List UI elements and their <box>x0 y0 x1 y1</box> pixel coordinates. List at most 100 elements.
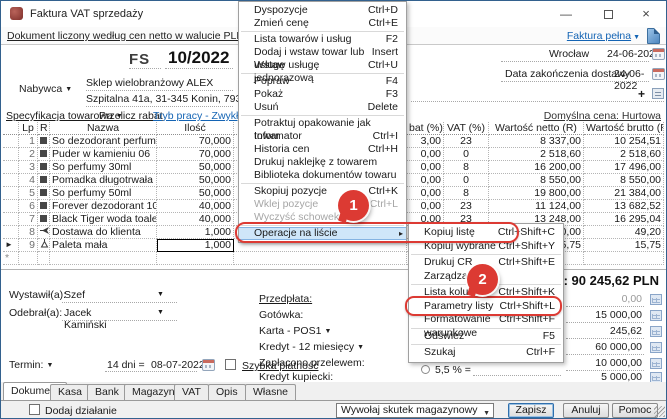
menu-item[interactable]: DyspozycjeCtrl+D <box>239 4 406 17</box>
cell-name[interactable]: Paleta mała <box>50 239 157 252</box>
cell-netto[interactable]: 2 518,60 <box>489 148 584 161</box>
cell-qty[interactable] <box>157 252 234 265</box>
buyer-label[interactable]: Nabywca▼ <box>19 83 72 95</box>
cell-brutto[interactable]: 17 496,00 <box>584 161 664 174</box>
cell-brutto[interactable]: 15,75 <box>584 239 664 252</box>
calendar-icon[interactable] <box>652 68 665 80</box>
cell-brutto[interactable]: 21 384,00 <box>584 187 664 200</box>
cell-name[interactable]: Pomadka długotrwała 03 <box>50 174 157 187</box>
menu-item[interactable]: Biblioteka dokumentów towaru <box>239 169 406 182</box>
col-discount[interactable]: bat (%) <box>407 122 444 135</box>
menu-item[interactable]: InformatorCtrl+I <box>239 130 406 143</box>
buyer-name[interactable]: Sklep wielobranżowy ALEX <box>86 77 213 89</box>
cell-name[interactable]: Puder w kamieniu 06 <box>50 148 157 161</box>
row-selector[interactable] <box>3 135 19 148</box>
cell-qty[interactable]: 70,000 <box>157 135 234 148</box>
menu-item[interactable]: Dodaj i wstaw towar lub usługęInsert <box>239 46 406 59</box>
menu-item[interactable]: Skopiuj pozycjeCtrl+K <box>239 185 406 198</box>
resize-grip[interactable] <box>654 406 665 417</box>
term-label[interactable]: Termin:▼ <box>9 359 53 371</box>
add-field-button[interactable]: + <box>638 87 645 101</box>
cell-discount[interactable]: 3,00 <box>407 135 444 148</box>
help-button[interactable]: Pomoc <box>612 403 658 418</box>
calendar-icon[interactable] <box>202 359 215 371</box>
cell-brutto[interactable]: 8 550,00 <box>584 174 664 187</box>
cell-name[interactable]: So dezodorant perfumowa <box>50 135 157 148</box>
term-days[interactable]: 14 dni = <box>107 359 145 371</box>
cell-discount[interactable]: 0,00 <box>407 174 444 187</box>
cell-brutto[interactable]: 13 682,52 <box>584 200 664 213</box>
minimize-button[interactable]: — <box>552 1 580 27</box>
calendar-icon[interactable] <box>652 48 665 60</box>
col-vat[interactable]: VAT (%) <box>444 122 489 135</box>
doc-number[interactable]: 10/2022 <box>168 48 229 68</box>
term-date[interactable]: 08-07-2022 <box>151 359 205 371</box>
cash-amount[interactable]: 15 000,00 <box>595 309 642 321</box>
menu-item[interactable]: Zarządzaj CR <box>409 270 563 284</box>
menu-item[interactable]: Lista towarów i usługF2 <box>239 33 406 46</box>
credit-rate[interactable]: 5,5 % = <box>435 364 471 376</box>
card-amount[interactable]: 245,62 <box>610 325 642 337</box>
save-button[interactable]: Zapisz <box>508 403 554 418</box>
credit-amount[interactable]: 60 000,00 <box>595 341 642 353</box>
cell-brutto[interactable]: 16 295,04 <box>584 213 664 226</box>
cell-netto[interactable]: 16 200,00 <box>489 161 584 174</box>
transfer-amount[interactable]: 10 000,00 <box>595 357 642 369</box>
maximize-button[interactable] <box>594 1 622 27</box>
cell-name[interactable]: Black Tiger woda toaletow <box>50 213 157 226</box>
cell-name[interactable]: So perfumy 50ml <box>50 187 157 200</box>
cell-qty[interactable]: 40,000 <box>157 200 234 213</box>
cell-qty[interactable]: 50,000 <box>157 187 234 200</box>
menu-item[interactable]: Formatowanie warunkoweCtrl+Shift+F <box>409 313 563 327</box>
tab-opis[interactable]: Opis <box>208 384 246 400</box>
menu-item[interactable]: OdświeżF5 <box>409 330 563 344</box>
row-selector[interactable] <box>3 148 19 161</box>
menu-item[interactable]: Kopiuj listęCtrl+Shift+C <box>409 226 563 240</box>
menu-item-list-parameters[interactable]: Parametry listyCtrl+Shift+L <box>409 300 563 314</box>
menu-item[interactable]: Lista kolumnCtrl+Shift+K <box>409 286 563 300</box>
credit-label[interactable]: Kredyt - 12 miesięcy▼ <box>259 341 364 353</box>
menu-item[interactable]: Kopiuj wybraneCtrl+Shift+Y <box>409 240 563 254</box>
row-selector[interactable] <box>3 161 19 174</box>
credit-rate-radio[interactable] <box>421 365 430 374</box>
prepayment-label[interactable]: Przedpłata: <box>259 293 312 305</box>
issue-city[interactable]: Wrocław <box>549 48 589 60</box>
menu-item[interactable]: Drukuj naklejkę z towarem <box>239 156 406 169</box>
cell-qty[interactable]: 40,000 <box>157 213 234 226</box>
col-netto[interactable]: Wartość netto (R) <box>489 122 584 135</box>
cell-name[interactable]: Dostawa do klienta <box>50 226 157 239</box>
cell-vat[interactable]: 23 <box>444 135 489 148</box>
default-price-link[interactable]: Domyślna cena: Hurtowa <box>544 110 661 122</box>
cell-discount[interactable]: 0,00 <box>407 200 444 213</box>
menu-item[interactable]: SzukajCtrl+F <box>409 346 563 360</box>
cell-name[interactable]: So perfumy 30ml <box>50 161 157 174</box>
menu-item[interactable]: PoprawF4 <box>239 75 406 88</box>
row-selector[interactable] <box>3 187 19 200</box>
cell-discount[interactable]: 0,00 <box>407 187 444 200</box>
tab-kasa[interactable]: Kasa <box>50 384 90 400</box>
cell-discount[interactable]: 0,00 <box>407 148 444 161</box>
card-label[interactable]: Karta - POS1▼ <box>259 325 331 337</box>
issuer-value[interactable]: Szef <box>64 289 85 301</box>
cell-brutto[interactable]: 2 518,60 <box>584 148 664 161</box>
calculator-icon[interactable] <box>650 358 662 369</box>
invoice-type-link[interactable]: Faktura pełna▼ <box>567 30 640 42</box>
cell-vat[interactable]: 0 <box>444 148 489 161</box>
menu-item[interactable]: Zmień cenęCtrl+E <box>239 17 406 30</box>
cell-netto[interactable]: 8 337,00 <box>489 135 584 148</box>
cell-vat[interactable]: 8 <box>444 161 489 174</box>
cell-qty-editing[interactable]: 1,000 <box>157 239 234 252</box>
calculator-icon[interactable] <box>650 326 662 337</box>
receiver-value[interactable]: Jacek Kamiński <box>64 307 107 331</box>
chevron-down-icon[interactable]: ▼ <box>157 291 164 298</box>
menu-item[interactable]: Wstaw usługę jednorazowąCtrl+U <box>239 59 406 72</box>
cancel-button[interactable]: Anuluj <box>563 403 609 418</box>
cell-name[interactable]: Forever dezodorant 100ml <box>50 200 157 213</box>
close-button[interactable]: × <box>632 1 660 27</box>
prepayment-amount[interactable]: 0,00 <box>622 293 642 305</box>
cell-qty[interactable]: 50,000 <box>157 161 234 174</box>
cell-netto[interactable]: 11 124,00 <box>489 200 584 213</box>
cell-brutto[interactable]: 10 254,51 <box>584 135 664 148</box>
menu-item-operations-on-list[interactable]: Operacje na liście▸ <box>239 227 406 240</box>
row-selector[interactable] <box>3 200 19 213</box>
